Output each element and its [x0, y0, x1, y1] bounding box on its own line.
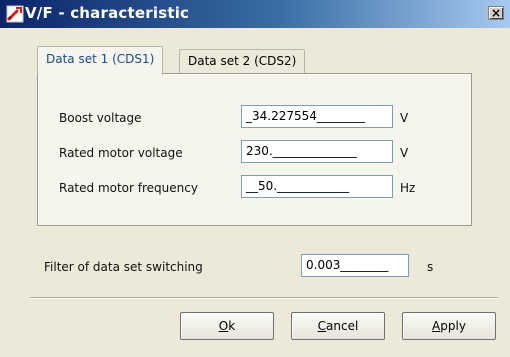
- boost-voltage-unit: V: [400, 111, 409, 125]
- rated-motor-frequency-label: Rated motor frequency: [59, 181, 198, 195]
- tab-label: Data set 2 (CDS2): [188, 54, 297, 68]
- tab-label: Data set 1 (CDS1): [46, 52, 155, 66]
- ok-label-rest: k: [228, 319, 236, 333]
- separator-line: [30, 297, 498, 299]
- tab-data-set-1[interactable]: Data set 1 (CDS1): [37, 46, 164, 77]
- apply-label-rest: pply: [440, 319, 466, 333]
- filter-switching-unit: s: [427, 260, 434, 274]
- rated-motor-voltage-label: Rated motor voltage: [59, 146, 183, 160]
- close-icon: ×: [490, 6, 502, 20]
- ok-button[interactable]: Ok: [180, 312, 274, 340]
- title-bar[interactable]: V/F - characteristic ×: [0, 0, 510, 28]
- rated-motor-voltage-unit: V: [400, 146, 409, 160]
- rated-motor-frequency-input[interactable]: __50.____________: [241, 175, 393, 198]
- boost-voltage-label: Boost voltage: [59, 111, 142, 125]
- rated-motor-frequency-unit: Hz: [400, 181, 416, 195]
- cancel-button[interactable]: Cancel: [291, 312, 385, 340]
- window-title: V/F - characteristic: [25, 4, 190, 22]
- ok-mnemonic: O: [218, 319, 229, 333]
- vf-characteristic-dialog: V/F - characteristic × Data set 1 (CDS1)…: [0, 0, 510, 357]
- app-wrench-icon: [6, 5, 24, 23]
- tab-data-set-2[interactable]: Data set 2 (CDS2): [179, 49, 306, 73]
- tab-panel-cds1: Boost voltage _34.227554________ V Rated…: [37, 73, 472, 226]
- filter-switching-label: Filter of data set switching: [44, 260, 203, 274]
- cancel-mnemonic: C: [317, 319, 327, 333]
- boost-voltage-input[interactable]: _34.227554________: [241, 105, 393, 128]
- apply-button[interactable]: Apply: [402, 312, 496, 340]
- cancel-label-rest: ancel: [326, 319, 359, 333]
- rated-motor-voltage-input[interactable]: 230.______________: [241, 140, 393, 163]
- close-button[interactable]: ×: [488, 6, 504, 20]
- filter-switching-input[interactable]: 0.003________: [301, 254, 409, 277]
